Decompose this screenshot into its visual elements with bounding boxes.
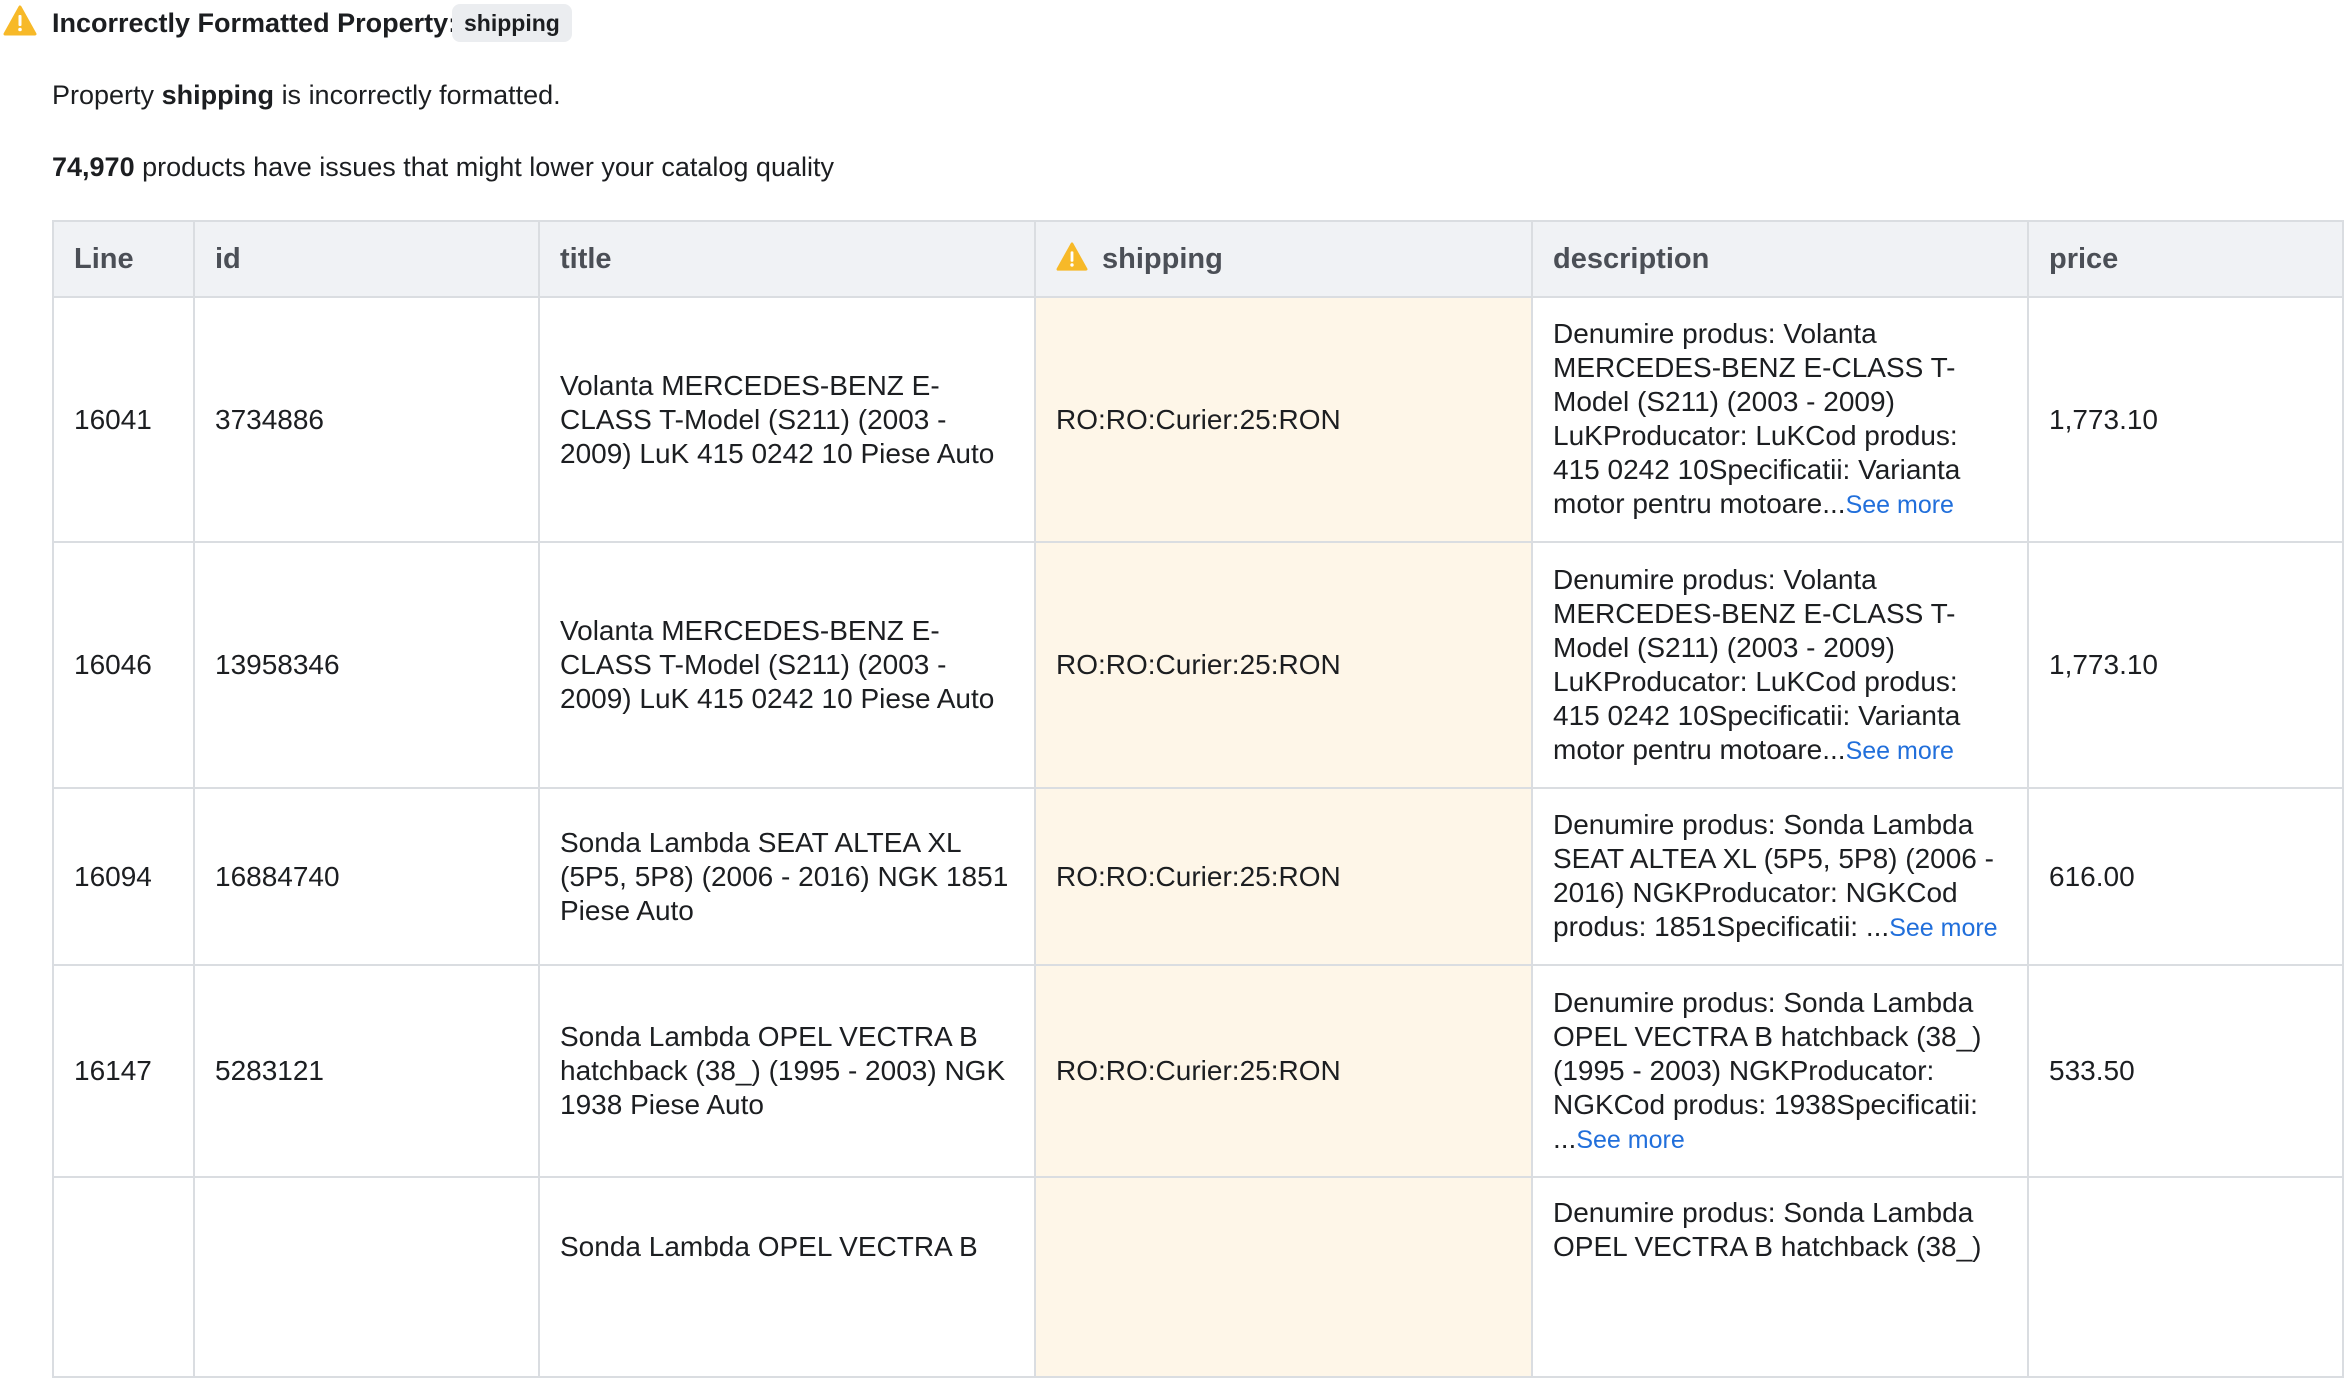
table-row: 16041 3734886 Volanta MERCEDES-BENZ E-CL…	[52, 296, 2344, 543]
cell-title: Volanta MERCEDES-BENZ E-CLASS T-Model (S…	[538, 541, 1036, 789]
cell-line: 16147	[52, 964, 195, 1178]
cell-shipping: RO:RO:Curier:25:RON	[1034, 787, 1533, 966]
column-header-price: price	[2027, 220, 2344, 298]
property-badge: shipping	[452, 4, 572, 42]
table-row: 16147 5283121 Sonda Lambda OPEL VECTRA B…	[52, 964, 2344, 1178]
see-more-link[interactable]: See more	[1576, 1126, 1684, 1154]
message-property: shipping	[161, 80, 275, 110]
description-text: Denumire produs: Volanta MERCEDES-BENZ E…	[1553, 318, 1961, 519]
cell-id: 13958346	[193, 541, 540, 789]
column-header-description: description	[1531, 220, 2029, 298]
message-suffix: is incorrectly formatted.	[281, 80, 561, 110]
warning-icon	[1056, 242, 1088, 272]
table-header-row: Line id title shipping description price	[52, 220, 2344, 298]
cell-line: 16041	[52, 296, 195, 543]
column-header-shipping-label: shipping	[1102, 243, 1223, 275]
cell-title: Sonda Lambda OPEL VECTRA B hatchback (38…	[538, 964, 1036, 1178]
cell-description: Denumire produs: Sonda Lambda OPEL VECTR…	[1531, 964, 2029, 1178]
see-more-link[interactable]: See more	[1846, 491, 1954, 519]
column-header-shipping: shipping	[1034, 220, 1533, 298]
cell-id	[193, 1176, 540, 1378]
cell-title: Sonda Lambda SEAT ALTEA XL (5P5, 5P8) (2…	[538, 787, 1036, 966]
column-header-id: id	[193, 220, 540, 298]
column-header-title: title	[538, 220, 1036, 298]
message-prefix: Property	[52, 80, 155, 110]
cell-id: 5283121	[193, 964, 540, 1178]
cell-title: Sonda Lambda OPEL VECTRA B	[538, 1176, 1036, 1378]
see-more-link[interactable]: See more	[1889, 914, 1997, 942]
warning-icon	[3, 5, 37, 37]
cell-price: 1,773.10	[2027, 541, 2344, 789]
cell-description: Denumire produs: Volanta MERCEDES-BENZ E…	[1531, 541, 2029, 789]
cell-price: 1,773.10	[2027, 296, 2344, 543]
issue-summary: 74,970 products have issues that might l…	[52, 152, 834, 183]
cell-price: 616.00	[2027, 787, 2344, 966]
cell-description: Denumire produs: Sonda Lambda OPEL VECTR…	[1531, 1176, 2029, 1378]
summary-text: products have issues that might lower yo…	[142, 152, 834, 182]
column-header-line: Line	[52, 220, 195, 298]
cell-line: 16094	[52, 787, 195, 966]
cell-price: 533.50	[2027, 964, 2344, 1178]
cell-description: Denumire produs: Sonda Lambda SEAT ALTEA…	[1531, 787, 2029, 966]
cell-shipping: RO:RO:Curier:25:RON	[1034, 964, 1533, 1178]
cell-title: Volanta MERCEDES-BENZ E-CLASS T-Model (S…	[538, 296, 1036, 543]
description-text: Denumire produs: Volanta MERCEDES-BENZ E…	[1553, 563, 1961, 765]
see-more-link[interactable]: See more	[1846, 737, 1954, 765]
cell-shipping: RO:RO:Curier:25:RON	[1034, 296, 1533, 543]
cell-price	[2027, 1176, 2344, 1378]
cell-line	[52, 1176, 195, 1378]
affected-count: 74,970	[52, 152, 135, 182]
cell-line: 16046	[52, 541, 195, 789]
cell-shipping: RO:RO:Curier:25:RON	[1034, 541, 1533, 789]
table-row: 16046 13958346 Volanta MERCEDES-BENZ E-C…	[52, 541, 2344, 789]
cell-id: 3734886	[193, 296, 540, 543]
cell-description: Denumire produs: Volanta MERCEDES-BENZ E…	[1531, 296, 2029, 543]
cell-shipping	[1034, 1176, 1533, 1378]
table-row: Sonda Lambda OPEL VECTRA B Denumire prod…	[52, 1176, 2344, 1378]
issue-title: Incorrectly Formatted Property:	[52, 8, 458, 38]
products-table: Line id title shipping description price…	[52, 220, 2344, 1378]
table-row: 16094 16884740 Sonda Lambda SEAT ALTEA X…	[52, 787, 2344, 966]
cell-id: 16884740	[193, 787, 540, 966]
issue-message: Property shipping is incorrectly formatt…	[52, 80, 561, 111]
